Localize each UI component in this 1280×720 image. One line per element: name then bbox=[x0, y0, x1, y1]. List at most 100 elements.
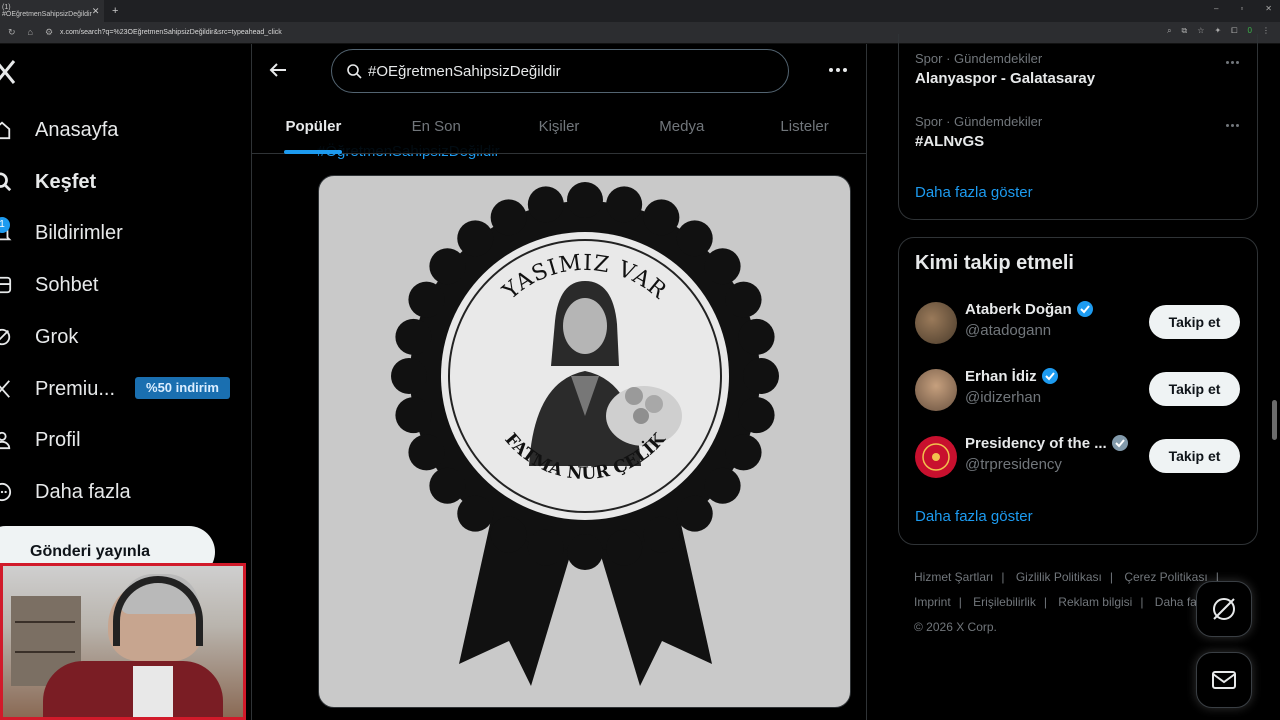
grok-icon bbox=[0, 325, 12, 349]
nav-chat[interactable]: Sohbet bbox=[0, 265, 98, 305]
trend-name: Alanyaspor - Galatasaray bbox=[915, 70, 1096, 87]
nav-profile[interactable]: Profil bbox=[0, 420, 81, 460]
footer-link[interactable]: Reklam bilgisi bbox=[1058, 595, 1132, 609]
footer-link[interactable]: Imprint bbox=[914, 595, 951, 609]
rosette-scallop bbox=[643, 199, 680, 236]
nav-home[interactable]: Anasayfa bbox=[0, 110, 118, 150]
rosette-scallop bbox=[490, 199, 527, 236]
footer-link[interactable]: Hizmet Şartları bbox=[914, 570, 993, 584]
trend-item[interactable]: Spor · Gündemdekiler #ALNvGS bbox=[915, 114, 1042, 150]
tab-latest[interactable]: En Son bbox=[375, 106, 498, 154]
mail-icon bbox=[1212, 671, 1236, 689]
nav-explore[interactable]: Keşfet bbox=[0, 162, 96, 202]
rosette-scallop bbox=[606, 529, 643, 566]
footer-link[interactable]: Daha fa bbox=[1155, 595, 1197, 609]
who-to-follow-title: Kimi takip etmeli bbox=[915, 252, 1074, 274]
trend-meta: Spor · Gündemdekiler bbox=[915, 51, 1043, 66]
rosette-scallop bbox=[429, 248, 466, 285]
close-tab-icon[interactable]: ✕ bbox=[92, 6, 100, 17]
suggested-user[interactable]: Erhan İdiz @idizerhan Takip et bbox=[915, 365, 1245, 415]
premium-discount-badge[interactable]: %50 indirim bbox=[135, 377, 230, 399]
trend-more-icon[interactable] bbox=[1226, 124, 1239, 127]
nav-more[interactable]: Daha fazla bbox=[0, 472, 131, 512]
nav-notifications[interactable]: 1 Bildirimler bbox=[0, 213, 123, 253]
rosette-scallop bbox=[704, 248, 741, 285]
follow-button[interactable]: Takip et bbox=[1149, 439, 1240, 473]
rosette-scallop bbox=[457, 495, 494, 532]
rosette-scallop bbox=[490, 516, 527, 553]
rosette-scallop bbox=[527, 186, 564, 223]
reload-icon[interactable]: ↻ bbox=[8, 27, 16, 38]
follow-button[interactable]: Takip et bbox=[1149, 372, 1240, 406]
nav-label: Anasayfa bbox=[35, 118, 119, 141]
trend-more-icon[interactable] bbox=[1226, 61, 1239, 64]
close-window-icon[interactable]: ✕ bbox=[1265, 4, 1272, 13]
maximize-icon[interactable]: ▫ bbox=[1240, 4, 1243, 13]
verified-badge-grey-icon bbox=[1111, 435, 1128, 451]
url-field[interactable]: x.com/search?q=%23OEğretmenSahipsizDeğil… bbox=[60, 29, 282, 36]
tab-lists[interactable]: Listeler bbox=[743, 106, 866, 154]
x-logo-icon bbox=[0, 377, 12, 401]
user-handle: @trpresidency bbox=[965, 456, 1062, 473]
verified-badge-icon bbox=[1041, 368, 1058, 384]
grok-float-button[interactable] bbox=[1196, 581, 1252, 637]
menu-icon[interactable]: ⋮ bbox=[1262, 26, 1270, 36]
nav-label: Sohbet bbox=[35, 273, 99, 296]
follow-button[interactable]: Takip et bbox=[1149, 305, 1240, 339]
tab-people[interactable]: Kişiler bbox=[498, 106, 621, 154]
trends-show-more-link[interactable]: Daha fazla göster bbox=[915, 184, 1033, 201]
rosette-scallop bbox=[704, 467, 741, 504]
rosette-scallop bbox=[738, 397, 775, 434]
user-handle: @atadogann bbox=[965, 322, 1052, 339]
search-icon bbox=[346, 63, 362, 79]
tab-media[interactable]: Medya bbox=[620, 106, 743, 154]
browser-tab[interactable]: (1) #OEğretmenSahipsizDeğildir ✕ bbox=[0, 0, 104, 22]
footer-link[interactable]: Erişilebilirlik bbox=[973, 595, 1036, 609]
new-tab-icon[interactable]: + bbox=[112, 5, 118, 17]
webcam-overlay bbox=[0, 563, 246, 720]
home-browser-icon[interactable]: ⌂ bbox=[28, 27, 33, 38]
tab-popular[interactable]: Popüler bbox=[252, 106, 375, 154]
search-query: #OEğretmenSahipsizDeğildir bbox=[368, 62, 561, 80]
x-logo-icon[interactable] bbox=[0, 60, 18, 86]
main-column: #OEğretmenSahipsizDeğildir Popüler En So… bbox=[251, 44, 867, 720]
footer-link[interactable]: Çerez Politikası bbox=[1124, 570, 1207, 584]
post-media-image[interactable]: YASIMIZ VAR FATMA NUR ÇELİK bbox=[318, 175, 851, 708]
footer-links: Hizmet Şartları | Gizlilik Politikası | Çe… bbox=[914, 570, 1219, 634]
nav-premium[interactable]: Premiu... bbox=[0, 369, 115, 409]
rosette-scallop bbox=[395, 397, 432, 434]
footer-link[interactable]: Gizlilik Politikası bbox=[1016, 570, 1102, 584]
back-arrow-icon[interactable] bbox=[268, 60, 292, 84]
more-options-icon[interactable] bbox=[826, 62, 850, 78]
trend-item[interactable]: Spor · Gündemdekiler Alanyaspor - Galata… bbox=[915, 51, 1095, 87]
trend-meta: Spor · Gündemdekiler bbox=[915, 114, 1043, 129]
bell-icon: 1 bbox=[0, 217, 12, 245]
rosette-scallop bbox=[457, 220, 494, 257]
rosette-scallop bbox=[676, 220, 713, 257]
streamer-shirt-image bbox=[133, 666, 173, 717]
browser-tab-title: (1) #OEğretmenSahipsizDeğildir bbox=[2, 4, 92, 18]
suggested-user[interactable]: Ataberk Doğan @atadogann Takip et bbox=[915, 298, 1245, 348]
rosette-scallop bbox=[676, 495, 713, 532]
rosette-scallop bbox=[408, 281, 445, 318]
search-icon bbox=[0, 170, 12, 194]
rosette-scallop bbox=[408, 434, 445, 471]
avatar[interactable] bbox=[915, 369, 957, 411]
site-info-icon[interactable]: ⚙ bbox=[45, 27, 53, 38]
rosette-scallop bbox=[391, 358, 427, 394]
messages-float-button[interactable] bbox=[1196, 652, 1252, 708]
rosette-scallop bbox=[429, 467, 466, 504]
avatar[interactable] bbox=[915, 436, 957, 478]
copyright-text: © 2026 X Corp. bbox=[914, 620, 997, 634]
rosette-scallop bbox=[567, 534, 603, 570]
search-input[interactable]: #OEğretmenSahipsizDeğildir bbox=[331, 49, 789, 93]
rosette-scallop bbox=[606, 186, 643, 223]
profile-icon bbox=[0, 428, 12, 452]
avatar[interactable] bbox=[915, 302, 957, 344]
minimize-icon[interactable]: – bbox=[1214, 4, 1218, 13]
suggested-user[interactable]: Presidency of the ... @trpresidency Taki… bbox=[915, 432, 1245, 482]
who-to-follow-show-more-link[interactable]: Daha fazla göster bbox=[915, 508, 1033, 525]
page-scrollbar[interactable] bbox=[1272, 400, 1277, 440]
nav-grok[interactable]: Grok bbox=[0, 317, 78, 357]
browser-tab-bar: (1) #OEğretmenSahipsizDeğildir ✕ + – ▫ ✕ bbox=[0, 0, 1280, 22]
